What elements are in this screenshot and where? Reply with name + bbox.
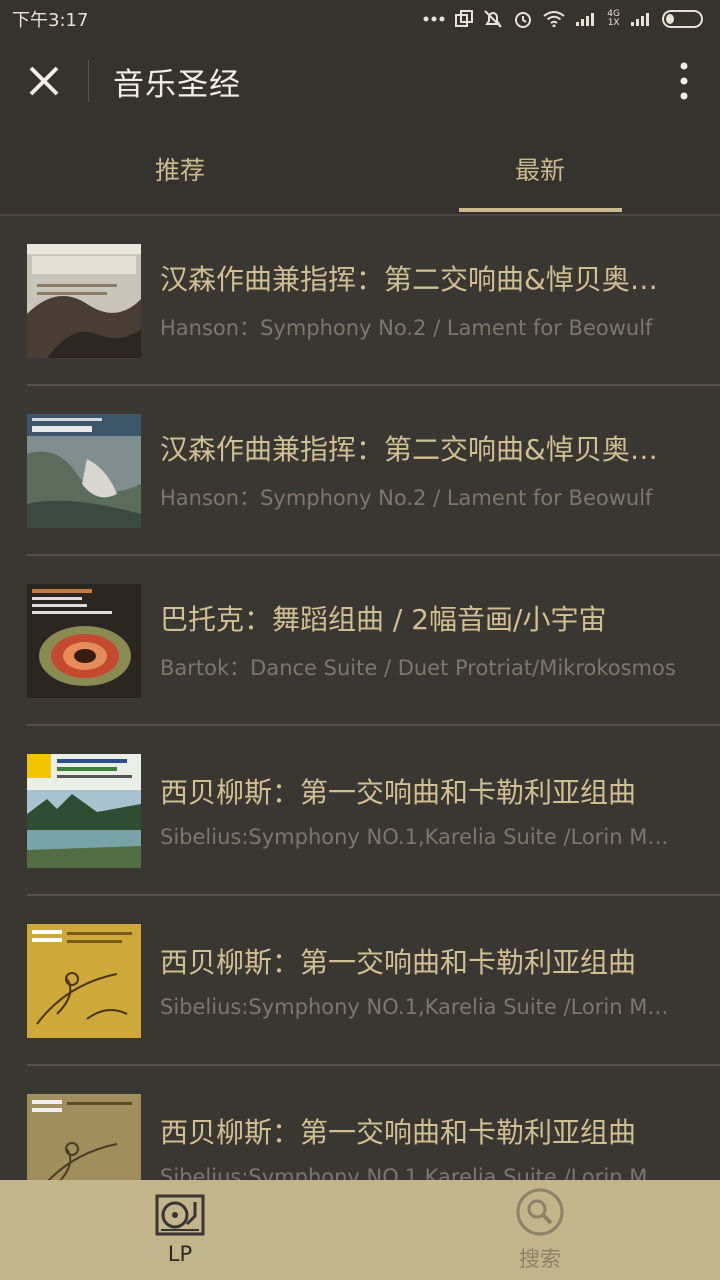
album-cover — [27, 1094, 141, 1180]
album-cover — [27, 754, 141, 868]
network-1x: 1X — [607, 18, 620, 28]
turntable-icon — [155, 1194, 205, 1236]
signal-icon-2 — [631, 13, 649, 26]
nav-search[interactable]: 搜索 — [360, 1180, 720, 1280]
album-subtitle: Sibelius:Symphony NO.1,Karelia Suite /Lo… — [160, 1165, 680, 1180]
more-button[interactable] — [648, 38, 720, 124]
tab-recommended[interactable]: 推荐 — [0, 124, 360, 214]
album-cover — [27, 924, 141, 1038]
tab-bar: 推荐 最新 — [0, 124, 720, 216]
search-disc-icon — [516, 1188, 564, 1236]
list-item[interactable]: 汉森作曲兼指挥：第二交响曲&悼贝奥武夫 Hanson：Symphony No.2… — [0, 386, 720, 556]
nav-search-label: 搜索 — [519, 1247, 561, 1271]
list-item[interactable]: 西贝柳斯：第一交响曲和卡勒利亚组曲 Sibelius:Symphony NO.1… — [0, 896, 720, 1066]
album-subtitle: Hanson：Symphony No.2 / Lament for Beowul… — [160, 316, 653, 340]
album-cover — [27, 584, 141, 698]
list-item[interactable]: 西贝柳斯：第一交响曲和卡勒利亚组曲 Sibelius:Symphony NO.1… — [0, 1066, 720, 1180]
signal-icon-1 — [576, 13, 595, 26]
bottom-nav: LP 搜索 — [0, 1180, 720, 1280]
close-button[interactable] — [0, 38, 88, 124]
album-title: 西贝柳斯：第一交响曲和卡勒利亚组曲 — [160, 1116, 637, 1149]
mute-vibrate-icon — [484, 10, 503, 28]
album-title: 西贝柳斯：第一交响曲和卡勒利亚组曲 — [160, 776, 637, 809]
more-dots-icon — [423, 16, 445, 22]
album-subtitle: Sibelius:Symphony NO.1,Karelia Suite /Lo… — [160, 825, 680, 849]
album-cover — [27, 244, 141, 358]
album-cover — [27, 414, 141, 528]
header-divider — [88, 60, 89, 102]
more-vertical-icon — [680, 62, 688, 100]
list-item[interactable]: 西贝柳斯：第一交响曲和卡勒利亚组曲 Sibelius:Symphony NO.1… — [0, 726, 720, 896]
nav-lp-label: LP — [167, 1242, 193, 1266]
album-title: 西贝柳斯：第一交响曲和卡勒利亚组曲 — [160, 946, 637, 979]
album-subtitle: Hanson：Symphony No.2 / Lament for Beowul… — [160, 486, 653, 510]
battery-icon — [662, 10, 703, 28]
album-subtitle: Sibelius:Symphony NO.1,Karelia Suite /Lo… — [160, 995, 680, 1019]
app-header: 音乐圣经 — [0, 38, 720, 124]
close-icon — [29, 66, 59, 96]
screen-copy-icon — [455, 10, 474, 27]
nav-lp[interactable]: LP — [0, 1180, 360, 1280]
album-title: 汉森作曲兼指挥：第二交响曲&悼贝奥武夫 — [160, 433, 680, 466]
alarm-icon — [515, 12, 532, 28]
album-subtitle: Bartok：Dance Suite / Duet Protriat/Mikro… — [160, 656, 676, 680]
album-title: 汉森作曲兼指挥：第二交响曲&悼贝奥武夫 — [160, 263, 680, 296]
tab-latest[interactable]: 最新 — [360, 124, 720, 214]
page-title: 音乐圣经 — [113, 66, 241, 103]
list-item[interactable]: 巴托克：舞蹈组曲 / 2幅音画/小宇宙 Bartok：Dance Suite /… — [0, 556, 720, 726]
network-type: 4G 1X — [607, 10, 620, 28]
status-time: 下午3:17 — [12, 10, 89, 31]
album-title: 巴托克：舞蹈组曲 / 2幅音画/小宇宙 — [160, 603, 607, 636]
album-list[interactable]: 汉森作曲兼指挥：第二交响曲&悼贝奥武夫 Hanson：Symphony No.2… — [0, 216, 720, 1180]
list-item[interactable]: 汉森作曲兼指挥：第二交响曲&悼贝奥武夫 Hanson：Symphony No.2… — [0, 216, 720, 386]
wifi-icon — [543, 11, 565, 27]
status-icons: 4G 1X — [423, 9, 706, 29]
status-bar: 下午3:17 4G 1X — [0, 0, 720, 38]
